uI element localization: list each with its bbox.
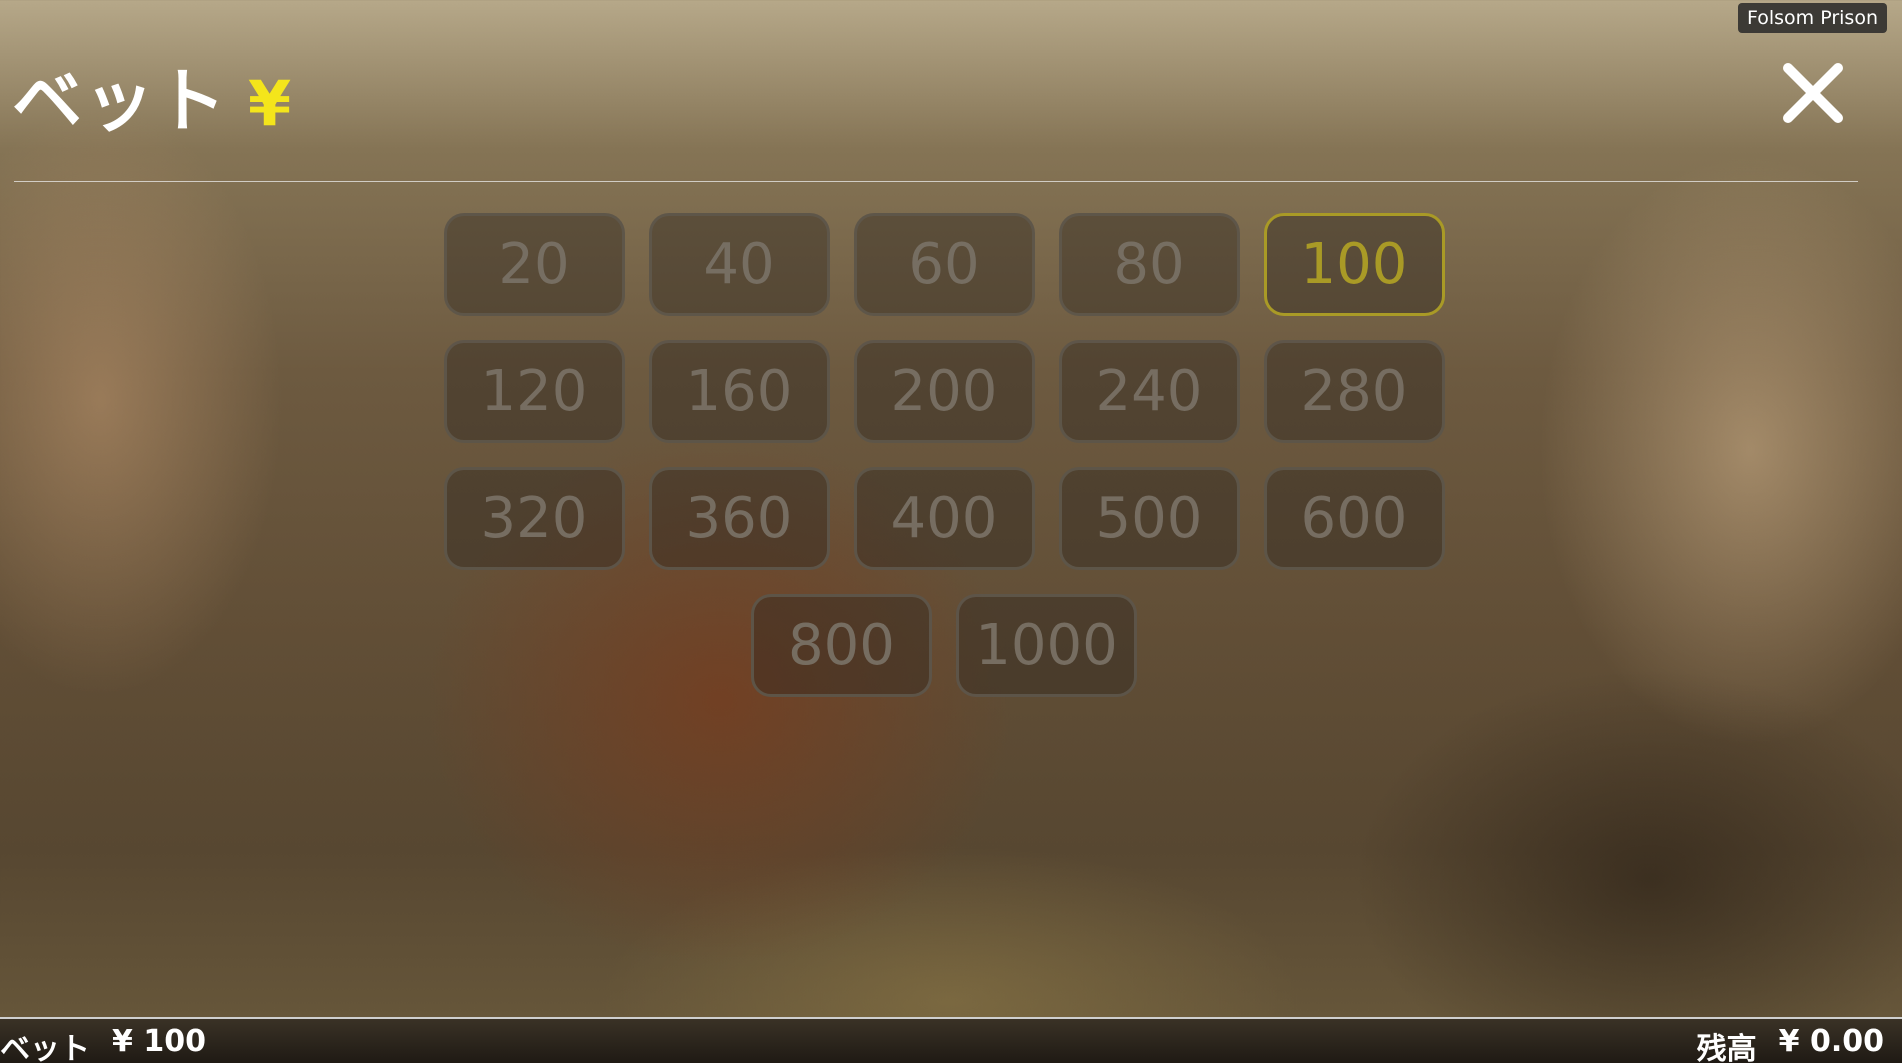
bet-option[interactable]: 320: [443, 467, 625, 570]
bet-option[interactable]: 200: [853, 340, 1035, 443]
bet-option[interactable]: 100: [1263, 213, 1445, 316]
footer-bet-value: ¥ 100: [112, 1024, 206, 1059]
bet-row: 800 1000: [442, 594, 1446, 697]
bet-title: ベット: [12, 60, 228, 142]
bet-row: 320 360 400 500 600: [442, 467, 1446, 570]
bet-option[interactable]: 20: [443, 213, 625, 316]
footer-balance-label: 残高: [1696, 1032, 1757, 1063]
bet-option[interactable]: 500: [1058, 467, 1240, 570]
bet-option[interactable]: 280: [1263, 340, 1445, 443]
bet-option[interactable]: 80: [1058, 213, 1240, 316]
currency-symbol: ¥: [248, 67, 292, 140]
bet-option[interactable]: 60: [853, 213, 1035, 316]
bet-option[interactable]: 40: [648, 213, 830, 316]
game-title-badge: Folsom Prison: [1737, 3, 1887, 33]
bet-row: 20 40 60 80 100: [442, 213, 1446, 316]
footer-bet: ベット ¥ 100: [0, 1024, 206, 1063]
footer-bet-label: ベット: [0, 1032, 90, 1063]
bet-option[interactable]: 360: [648, 467, 830, 570]
header-divider: [14, 181, 1858, 182]
bet-option[interactable]: 160: [648, 340, 830, 443]
bet-option[interactable]: 800: [751, 594, 932, 697]
close-icon: [1783, 63, 1843, 123]
bet-row: 120 160 200 240 280: [442, 340, 1446, 443]
close-button[interactable]: [1780, 60, 1846, 126]
footer-balance-value: ¥ 0.00: [1778, 1024, 1884, 1059]
bet-option[interactable]: 600: [1263, 467, 1445, 570]
bet-option[interactable]: 240: [1058, 340, 1240, 443]
status-bar: ベット ¥ 100 残高 ¥ 0.00: [0, 1017, 1902, 1063]
bet-option[interactable]: 400: [853, 467, 1035, 570]
bet-option[interactable]: 120: [443, 340, 625, 443]
footer-balance: 残高 ¥ 0.00: [1697, 1024, 1884, 1063]
bet-option[interactable]: 1000: [956, 594, 1137, 697]
bet-header: ベット ¥: [12, 45, 291, 146]
bet-options-grid: 20 40 60 80 100 120 160 200 240 280 320 …: [442, 213, 1446, 721]
